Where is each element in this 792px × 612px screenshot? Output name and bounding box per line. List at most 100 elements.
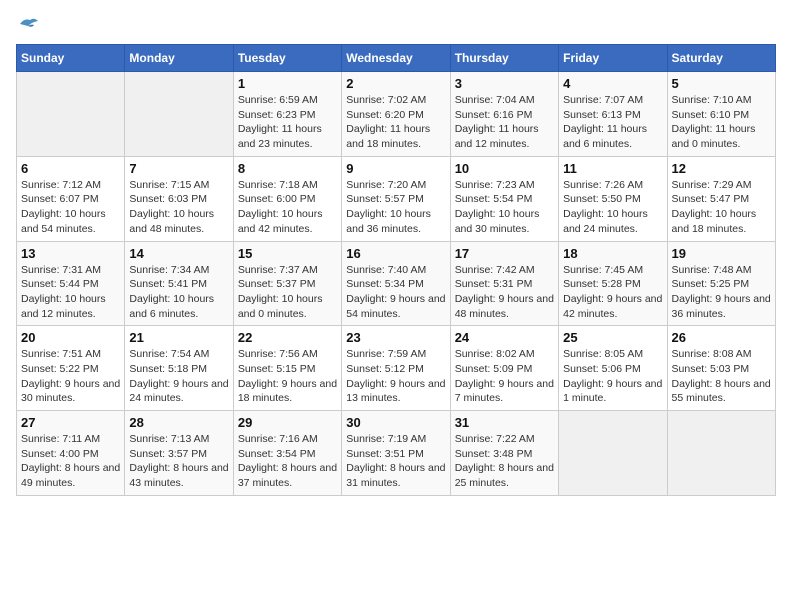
cell-info: Sunrise: 7:42 AMSunset: 5:31 PMDaylight:… <box>455 263 554 322</box>
cell-info: Sunrise: 7:40 AMSunset: 5:34 PMDaylight:… <box>346 263 445 322</box>
cell-day-number: 17 <box>455 246 554 261</box>
calendar-cell: 6 Sunrise: 7:12 AMSunset: 6:07 PMDaylight… <box>17 156 125 241</box>
calendar-cell: 16 Sunrise: 7:40 AMSunset: 5:34 PMDayligh… <box>342 241 450 326</box>
calendar-cell: 21 Sunrise: 7:54 AMSunset: 5:18 PMDayligh… <box>125 326 233 411</box>
calendar-cell: 15Sunrise: 7:37 AMSunset: 5:37 PMDayligh… <box>233 241 341 326</box>
cell-day-number: 29 <box>238 415 337 430</box>
weekday-header-sunday: Sunday <box>17 45 125 72</box>
cell-day-number: 10 <box>455 161 554 176</box>
calendar-body: 1 Sunrise: 6:59 AMSunset: 6:23 PMDaylight… <box>17 72 776 496</box>
calendar-cell: 7 Sunrise: 7:15 AMSunset: 6:03 PMDaylight… <box>125 156 233 241</box>
calendar-week-5: 27 Sunrise: 7:11 AMSunset: 4:00 PMDayligh… <box>17 411 776 496</box>
calendar-cell: 29 Sunrise: 7:16 AMSunset: 3:54 PMDayligh… <box>233 411 341 496</box>
calendar-week-2: 6 Sunrise: 7:12 AMSunset: 6:07 PMDaylight… <box>17 156 776 241</box>
calendar-cell: 3Sunrise: 7:04 AMSunset: 6:16 PMDaylight… <box>450 72 558 157</box>
weekday-header-saturday: Saturday <box>667 45 775 72</box>
cell-day-number: 6 <box>21 161 120 176</box>
calendar-cell: 22 Sunrise: 7:56 AMSunset: 5:15 PMDayligh… <box>233 326 341 411</box>
cell-info: Sunrise: 7:31 AMSunset: 5:44 PMDaylight:… <box>21 263 120 322</box>
calendar-cell: 18Sunrise: 7:45 AMSunset: 5:28 PMDayligh… <box>559 241 667 326</box>
calendar-cell <box>559 411 667 496</box>
cell-day-number: 31 <box>455 415 554 430</box>
calendar-cell: 5 Sunrise: 7:10 AMSunset: 6:10 PMDaylight… <box>667 72 775 157</box>
cell-day-number: 26 <box>672 330 771 345</box>
cell-day-number: 14 <box>129 246 228 261</box>
cell-day-number: 13 <box>21 246 120 261</box>
cell-info: Sunrise: 7:11 AMSunset: 4:00 PMDaylight:… <box>21 432 120 491</box>
cell-info: Sunrise: 7:16 AMSunset: 3:54 PMDaylight:… <box>238 432 337 491</box>
cell-info: Sunrise: 7:02 AMSunset: 6:20 PMDaylight:… <box>346 93 445 152</box>
cell-day-number: 2 <box>346 76 445 91</box>
cell-info: Sunrise: 7:37 AMSunset: 5:37 PMDaylight:… <box>238 263 337 322</box>
cell-day-number: 16 <box>346 246 445 261</box>
weekday-header-tuesday: Tuesday <box>233 45 341 72</box>
cell-day-number: 19 <box>672 246 771 261</box>
calendar-cell: 12Sunrise: 7:29 AMSunset: 5:47 PMDayligh… <box>667 156 775 241</box>
calendar-cell: 27 Sunrise: 7:11 AMSunset: 4:00 PMDayligh… <box>17 411 125 496</box>
calendar-cell: 26Sunrise: 8:08 AMSunset: 5:03 PMDayligh… <box>667 326 775 411</box>
calendar-cell: 1 Sunrise: 6:59 AMSunset: 6:23 PMDaylight… <box>233 72 341 157</box>
cell-info: Sunrise: 7:26 AMSunset: 5:50 PMDaylight:… <box>563 178 662 237</box>
cell-day-number: 30 <box>346 415 445 430</box>
calendar-week-1: 1 Sunrise: 6:59 AMSunset: 6:23 PMDaylight… <box>17 72 776 157</box>
calendar-cell <box>125 72 233 157</box>
cell-day-number: 18 <box>563 246 662 261</box>
cell-info: Sunrise: 7:19 AMSunset: 3:51 PMDaylight:… <box>346 432 445 491</box>
calendar-week-3: 13 Sunrise: 7:31 AMSunset: 5:44 PMDayligh… <box>17 241 776 326</box>
cell-info: Sunrise: 7:13 AMSunset: 3:57 PMDaylight:… <box>129 432 228 491</box>
cell-day-number: 23 <box>346 330 445 345</box>
calendar-cell: 2 Sunrise: 7:02 AMSunset: 6:20 PMDaylight… <box>342 72 450 157</box>
cell-day-number: 8 <box>238 161 337 176</box>
calendar-cell: 20 Sunrise: 7:51 AMSunset: 5:22 PMDayligh… <box>17 326 125 411</box>
calendar-cell: 31 Sunrise: 7:22 AMSunset: 3:48 PMDayligh… <box>450 411 558 496</box>
cell-info: Sunrise: 7:48 AMSunset: 5:25 PMDaylight:… <box>672 263 771 322</box>
calendar-cell <box>17 72 125 157</box>
calendar-cell: 13 Sunrise: 7:31 AMSunset: 5:44 PMDayligh… <box>17 241 125 326</box>
cell-day-number: 28 <box>129 415 228 430</box>
cell-info: Sunrise: 8:05 AMSunset: 5:06 PMDaylight:… <box>563 347 662 406</box>
cell-day-number: 12 <box>672 161 771 176</box>
cell-info: Sunrise: 6:59 AMSunset: 6:23 PMDaylight:… <box>238 93 337 152</box>
weekday-header-row: SundayMondayTuesdayWednesdayThursdayFrid… <box>17 45 776 72</box>
calendar-cell: 4Sunrise: 7:07 AMSunset: 6:13 PMDaylight… <box>559 72 667 157</box>
calendar-cell <box>667 411 775 496</box>
weekday-header-wednesday: Wednesday <box>342 45 450 72</box>
cell-info: Sunrise: 7:04 AMSunset: 6:16 PMDaylight:… <box>455 93 554 152</box>
cell-info: Sunrise: 7:56 AMSunset: 5:15 PMDaylight:… <box>238 347 337 406</box>
cell-day-number: 27 <box>21 415 120 430</box>
cell-info: Sunrise: 7:20 AMSunset: 5:57 PMDaylight:… <box>346 178 445 237</box>
cell-day-number: 7 <box>129 161 228 176</box>
weekday-header-monday: Monday <box>125 45 233 72</box>
calendar-header: SundayMondayTuesdayWednesdayThursdayFrid… <box>17 45 776 72</box>
cell-info: Sunrise: 7:07 AMSunset: 6:13 PMDaylight:… <box>563 93 662 152</box>
calendar-cell: 9 Sunrise: 7:20 AMSunset: 5:57 PMDaylight… <box>342 156 450 241</box>
calendar-cell: 24 Sunrise: 8:02 AMSunset: 5:09 PMDayligh… <box>450 326 558 411</box>
cell-day-number: 5 <box>672 76 771 91</box>
cell-info: Sunrise: 7:18 AMSunset: 6:00 PMDaylight:… <box>238 178 337 237</box>
cell-day-number: 1 <box>238 76 337 91</box>
cell-info: Sunrise: 7:15 AMSunset: 6:03 PMDaylight:… <box>129 178 228 237</box>
weekday-header-friday: Friday <box>559 45 667 72</box>
cell-day-number: 21 <box>129 330 228 345</box>
cell-day-number: 9 <box>346 161 445 176</box>
cell-info: Sunrise: 7:34 AMSunset: 5:41 PMDaylight:… <box>129 263 228 322</box>
calendar-cell: 17 Sunrise: 7:42 AMSunset: 5:31 PMDayligh… <box>450 241 558 326</box>
cell-info: Sunrise: 7:51 AMSunset: 5:22 PMDaylight:… <box>21 347 120 406</box>
calendar-cell: 19 Sunrise: 7:48 AMSunset: 5:25 PMDayligh… <box>667 241 775 326</box>
page-header <box>16 16 776 32</box>
logo <box>16 16 40 32</box>
calendar-table: SundayMondayTuesdayWednesdayThursdayFrid… <box>16 44 776 496</box>
calendar-cell: 28 Sunrise: 7:13 AMSunset: 3:57 PMDayligh… <box>125 411 233 496</box>
cell-day-number: 20 <box>21 330 120 345</box>
cell-info: Sunrise: 7:54 AMSunset: 5:18 PMDaylight:… <box>129 347 228 406</box>
cell-info: Sunrise: 8:02 AMSunset: 5:09 PMDaylight:… <box>455 347 554 406</box>
calendar-cell: 25Sunrise: 8:05 AMSunset: 5:06 PMDayligh… <box>559 326 667 411</box>
calendar-cell: 11 Sunrise: 7:26 AMSunset: 5:50 PMDayligh… <box>559 156 667 241</box>
cell-day-number: 11 <box>563 161 662 176</box>
cell-info: Sunrise: 7:23 AMSunset: 5:54 PMDaylight:… <box>455 178 554 237</box>
cell-info: Sunrise: 7:12 AMSunset: 6:07 PMDaylight:… <box>21 178 120 237</box>
cell-day-number: 22 <box>238 330 337 345</box>
cell-info: Sunrise: 7:22 AMSunset: 3:48 PMDaylight:… <box>455 432 554 491</box>
cell-info: Sunrise: 7:10 AMSunset: 6:10 PMDaylight:… <box>672 93 771 152</box>
cell-day-number: 24 <box>455 330 554 345</box>
